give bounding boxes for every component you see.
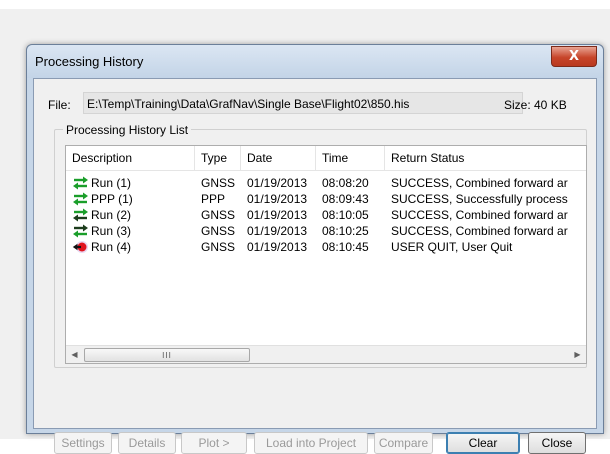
history-list-group-label: Processing History List bbox=[63, 123, 192, 137]
row-type: GNSS bbox=[201, 240, 236, 254]
history-list-view[interactable]: Description Type Date Time Return Status… bbox=[65, 145, 587, 364]
row-time: 08:10:05 bbox=[322, 208, 369, 222]
row-time: 08:09:43 bbox=[322, 192, 369, 206]
row-status: USER QUIT, User Quit bbox=[391, 240, 513, 254]
column-header-date[interactable]: Date bbox=[241, 146, 316, 170]
green-dark-arrows-icon bbox=[73, 208, 88, 222]
green-arrows-icon bbox=[73, 192, 88, 206]
row-description: Run (4) bbox=[91, 240, 132, 254]
row-type: PPP bbox=[201, 192, 226, 206]
title-bar[interactable]: Processing History X bbox=[27, 45, 603, 78]
row-status: SUCCESS, Combined forward ar bbox=[391, 224, 568, 238]
list-row[interactable]: PPP (1) PPP 01/19/2013 08:09:43 SUCCESS,… bbox=[66, 191, 586, 207]
list-header: Description Type Date Time Return Status bbox=[66, 146, 586, 171]
details-button[interactable]: Details bbox=[118, 432, 176, 454]
row-type: GNSS bbox=[201, 176, 236, 190]
row-date: 01/19/2013 bbox=[247, 224, 308, 238]
clear-button[interactable]: Clear bbox=[446, 432, 520, 454]
close-icon: X bbox=[568, 49, 580, 64]
row-type: GNSS bbox=[201, 224, 236, 238]
row-status: SUCCESS, Successfully process bbox=[391, 192, 568, 206]
list-row[interactable]: Run (1) GNSS 01/19/2013 08:08:20 SUCCESS… bbox=[66, 175, 586, 191]
parent-window-top-strip bbox=[0, 0, 610, 9]
scrollbar-thumb[interactable]: III bbox=[84, 348, 250, 362]
row-description: Run (3) bbox=[91, 224, 132, 238]
row-time: 08:10:45 bbox=[322, 240, 369, 254]
compare-button[interactable]: Compare bbox=[374, 432, 433, 454]
list-row[interactable]: Run (2) GNSS 01/19/2013 08:10:05 SUCCESS… bbox=[66, 207, 586, 223]
red-stop-arrow-icon bbox=[72, 241, 88, 253]
row-date: 01/19/2013 bbox=[247, 240, 308, 254]
column-header-description[interactable]: Description bbox=[66, 146, 195, 170]
list-row[interactable]: Run (4) GNSS 01/19/2013 08:10:45 USER QU… bbox=[66, 239, 586, 255]
row-status: SUCCESS, Combined forward ar bbox=[391, 208, 568, 222]
close-window-button[interactable]: X bbox=[551, 46, 597, 67]
plot-button[interactable]: Plot > bbox=[181, 432, 247, 454]
row-time: 08:08:20 bbox=[322, 176, 369, 190]
column-header-type[interactable]: Type bbox=[195, 146, 241, 170]
row-description: PPP (1) bbox=[91, 192, 133, 206]
close-button[interactable]: Close bbox=[528, 432, 586, 454]
row-date: 01/19/2013 bbox=[247, 176, 308, 190]
file-label: File: bbox=[48, 98, 71, 112]
dialog-title: Processing History bbox=[35, 54, 144, 69]
file-size-label: Size: 40 KB bbox=[504, 98, 567, 112]
row-type: GNSS bbox=[201, 208, 236, 222]
row-description: Run (2) bbox=[91, 208, 132, 222]
dialog-client-area: File: E:\Temp\Training\Data\GrafNav\Sing… bbox=[33, 78, 597, 454]
row-time: 08:10:25 bbox=[322, 224, 369, 238]
scroll-left-arrow-icon[interactable]: ◀ bbox=[66, 346, 83, 363]
column-header-return-status[interactable]: Return Status bbox=[385, 146, 586, 170]
processing-history-dialog: Processing History X File: E:\Temp\Train… bbox=[26, 44, 604, 454]
row-date: 01/19/2013 bbox=[247, 192, 308, 206]
row-status: SUCCESS, Combined forward ar bbox=[391, 176, 568, 190]
row-date: 01/19/2013 bbox=[247, 208, 308, 222]
scrollbar-grip: III bbox=[162, 350, 172, 360]
file-path-field: E:\Temp\Training\Data\GrafNav\Single Bas… bbox=[83, 92, 523, 114]
list-row[interactable]: Run (3) GNSS 01/19/2013 08:10:25 SUCCESS… bbox=[66, 223, 586, 239]
green-arrows-icon bbox=[73, 176, 88, 190]
row-description: Run (1) bbox=[91, 176, 132, 190]
column-header-time[interactable]: Time bbox=[316, 146, 385, 170]
horizontal-scrollbar[interactable]: ◀ III ▶ bbox=[66, 345, 586, 363]
dark-green-arrows-icon bbox=[73, 224, 88, 238]
load-into-project-button[interactable]: Load into Project bbox=[254, 432, 368, 454]
settings-button[interactable]: Settings bbox=[54, 432, 112, 454]
scroll-right-arrow-icon[interactable]: ▶ bbox=[569, 346, 586, 363]
